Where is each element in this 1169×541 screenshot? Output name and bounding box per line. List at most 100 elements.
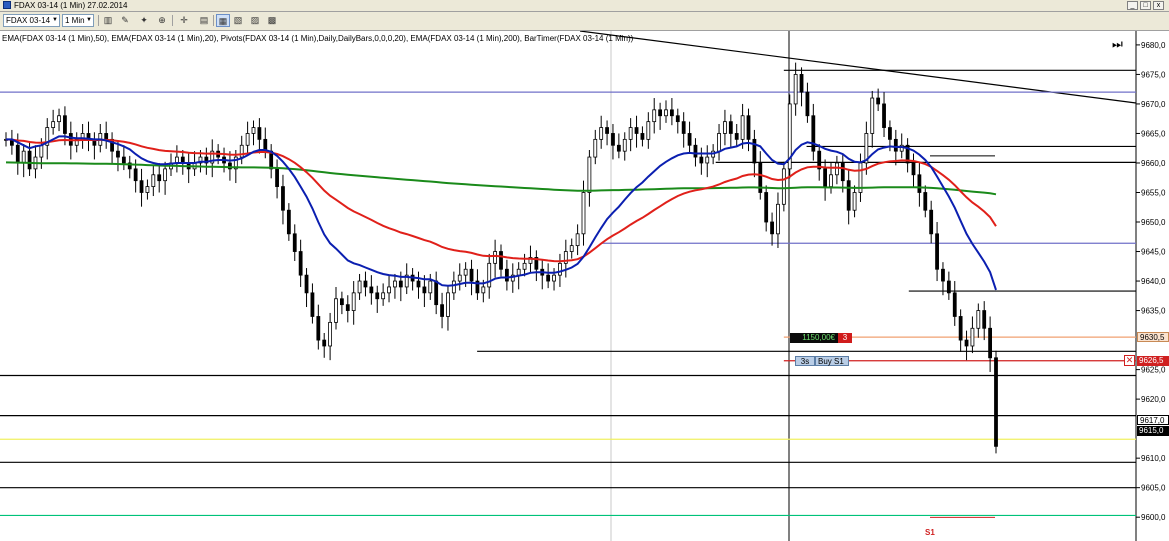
candle-body [640,133,645,140]
candle-body [57,115,61,123]
chart-canvas[interactable]: 9680,0 9675,0 9670,0 9665,0 9660,0 9655,0 9650… [0,31,1169,541]
current-price-label: 9615,0 [1137,426,1169,436]
scroll-to-end-icon[interactable]: ⏭ [1112,37,1128,52]
candle-body [982,310,987,329]
candle-body [705,156,710,164]
candle-body [304,274,309,294]
candle-body [693,144,698,158]
candle-body [345,304,350,311]
candle-body [21,150,26,164]
zoom-icon[interactable]: ⊕ [155,14,169,27]
candle-body [770,221,774,235]
price-axis-label: 9675,0 [1141,70,1166,79]
close-button[interactable]: x [1153,1,1164,10]
candle-body [463,268,468,276]
candle-body [245,133,250,146]
magic-wand-icon[interactable]: ✦ [137,14,151,27]
price-axis-label: 9650,0 [1141,218,1166,227]
candle-body [646,121,651,140]
price-axis-label: 9660,0 [1141,159,1166,168]
candle-body [970,327,975,347]
candle-body [292,233,297,252]
candle-body [622,138,627,152]
maximize-button[interactable]: □ [1140,1,1151,10]
candle-body [157,174,162,182]
candle-body [446,292,450,317]
candle-body [946,280,951,294]
candle-body [63,115,67,134]
chart-toolbar: FDAX 03-14 ▼ 1 Min ▼ ▥ ✎ ✦ ⊕ ✛ ▤ ▦ ▧ ▨ ▩ [0,12,1169,31]
candle-body [381,292,386,300]
price-axis-label: 9610,0 [1141,454,1166,463]
price-axis-label: 9625,0 [1141,366,1166,375]
chevron-down-icon: ▼ [86,17,92,23]
price-axis-label: 9665,0 [1141,129,1166,138]
candle-body [163,168,168,182]
candle-body [599,127,604,140]
candle-body [923,192,928,211]
price-axis-label: 9640,0 [1141,277,1166,286]
indicators-icon[interactable]: ▧ [231,14,245,27]
order-timer: 3s [795,356,815,366]
price-chart[interactable]: EMA(FDAX 03-14 (1 Min),50), EMA(FDAX 03-… [0,31,1169,541]
candle-body [487,262,492,288]
last-price-label: 9617,0 [1137,415,1169,425]
candle-body [587,156,592,193]
candle-body [481,286,486,294]
image-icon[interactable]: ▨ [248,14,262,27]
candle-body [935,233,939,270]
interval-select[interactable]: 1 Min ▼ [62,14,94,27]
instrument-select[interactable]: FDAX 03-14 ▼ [3,14,60,27]
crosshair-icon[interactable]: ✛ [177,14,191,27]
candle-body [363,280,368,288]
price-axis-label: 9645,0 [1141,248,1166,257]
candle-body [457,274,462,282]
order-type-label[interactable]: Buy S1 [815,356,849,366]
price-axis-label: 9655,0 [1141,188,1166,197]
candle-body [952,292,957,317]
candle-body [398,280,403,288]
candle-body [351,292,356,311]
candle-body [493,251,498,264]
candle-body [994,357,998,447]
instrument-value: FDAX 03-14 [6,16,51,25]
candle-body [911,162,916,176]
minimize-button[interactable]: _ [1127,1,1138,10]
pencil-icon[interactable]: ✎ [118,14,132,27]
candle-body [251,127,256,134]
candle-body [799,74,804,93]
candle-body [51,121,56,128]
candle-body [764,192,769,223]
candle-body [988,327,993,359]
candle-body [334,298,338,323]
candle-body [339,298,344,306]
candle-body [357,280,362,294]
toolbar-separator [213,15,214,26]
candle-body [422,286,427,294]
candle-body [369,286,374,294]
candle-body [811,115,816,152]
candle-body [516,268,521,276]
order-entry-icon[interactable]: ▦ [216,14,230,27]
indicator-legend: EMA(FDAX 03-14 (1 Min),50), EMA(FDAX 03-… [2,34,634,43]
candle-body [116,150,120,158]
candle-body [375,292,380,300]
candle-body [558,262,562,276]
cancel-order-icon[interactable]: ✕ [1124,355,1135,366]
stop-price-label: 9626,5 [1137,356,1169,366]
candle-body [286,209,291,235]
properties-icon[interactable]: ▤ [197,14,211,27]
candle-body [876,97,881,105]
candle-body [387,286,391,294]
candle-body [15,144,20,164]
candle-body [104,133,109,140]
app-icon [3,1,11,9]
template-icon[interactable]: ▩ [265,14,279,27]
candle-body [281,186,285,211]
candle-body [322,339,327,347]
bar-chart-icon[interactable]: ▥ [101,14,115,27]
candle-body [552,274,556,282]
toolbar-separator [172,15,173,26]
candle-body [145,186,150,193]
candle-body [781,168,786,205]
